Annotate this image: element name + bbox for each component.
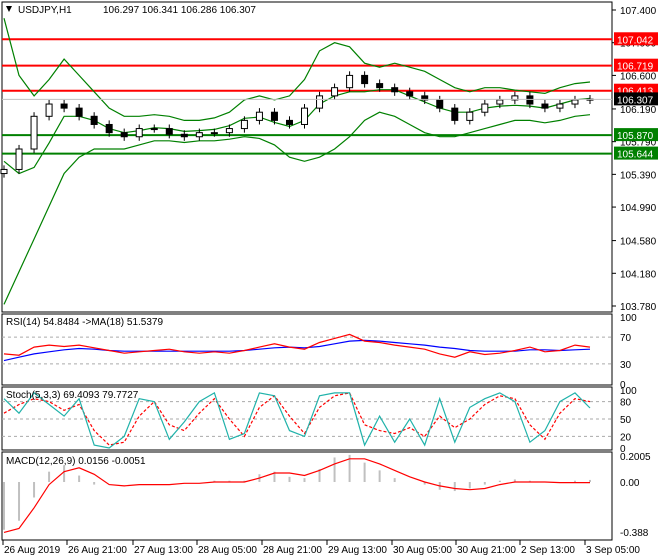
- time-label: 30 Aug 05:00: [393, 545, 452, 556]
- candle: [436, 99, 444, 109]
- price-tick-label: 107.400: [620, 6, 657, 17]
- macd-tick-label: -0.388: [620, 528, 649, 539]
- candle: [406, 91, 414, 97]
- time-label: 28 Aug 05:00: [198, 545, 257, 556]
- upper-bollinger-band: [3, 18, 591, 121]
- collapse-arrow-icon[interactable]: [6, 6, 12, 12]
- candle: [90, 115, 98, 125]
- candle: [135, 128, 143, 138]
- candle: [120, 132, 128, 138]
- chart-canvas[interactable]: 107.400107.000106.600106.190105.790105.3…: [0, 0, 660, 560]
- candle: [526, 95, 534, 105]
- symbol-label: USDJPY,H1: [18, 5, 72, 16]
- candle: [556, 103, 564, 109]
- rsi-tick-label: 70: [620, 333, 632, 344]
- candle: [481, 103, 489, 113]
- candle: [391, 87, 399, 93]
- time-label: 3 Sep 05:00: [586, 545, 640, 556]
- candle: [301, 107, 309, 125]
- level-label: 105.870: [617, 131, 654, 142]
- macd-title: MACD(12,26,9) 0.0156 -0.0051: [6, 456, 146, 467]
- rsi-tick-label: 100: [620, 313, 637, 324]
- rsi-tick-label: 30: [620, 360, 632, 371]
- stoch-title: Stoch(5,3,3) 69.4093 79.7727: [6, 390, 139, 401]
- candle: [165, 128, 173, 135]
- price-tick-label: 106.190: [620, 105, 657, 116]
- candle: [30, 115, 38, 150]
- candle: [75, 107, 83, 117]
- time-label: 30 Aug 21:00: [457, 545, 516, 556]
- time-label: 27 Aug 13:00: [134, 545, 193, 556]
- candle: [255, 111, 263, 121]
- price-tick-label: 104.580: [620, 237, 657, 248]
- time-label: 2 Sep 13:00: [521, 545, 575, 556]
- macd-tick-label: 0.2005: [620, 452, 651, 463]
- rsi-line: [3, 333, 591, 358]
- candle: [195, 132, 203, 138]
- candle: [105, 123, 113, 134]
- price-tick-label: 104.180: [620, 269, 657, 280]
- candle: [180, 133, 188, 138]
- macd-signal-line: [3, 458, 590, 533]
- price-tick-label: 105.390: [620, 170, 657, 181]
- rsi-title: RSI(14) 54.8484 ->MA(18) 51.5379: [6, 317, 163, 328]
- stoch-tick-label: 80: [620, 398, 632, 409]
- time-label: 28 Aug 21:00: [263, 545, 322, 556]
- candle: [150, 128, 158, 131]
- candle: [60, 103, 68, 109]
- time-label: 26 Aug 21:00: [68, 545, 127, 556]
- price-tick-label: 106.600: [620, 71, 657, 82]
- candle: [210, 132, 218, 135]
- macd-tick-label: 0.00: [620, 478, 640, 489]
- candle: [270, 111, 278, 121]
- candle: [541, 103, 549, 109]
- candle: [571, 99, 579, 105]
- candle: [376, 83, 384, 89]
- candle: [466, 111, 474, 121]
- current-price-label: 106.307: [617, 95, 654, 106]
- candle: [240, 119, 248, 130]
- price-tick-label: 104.990: [620, 203, 657, 214]
- stoch-tick-label: 20: [620, 432, 632, 443]
- candle: [361, 74, 369, 85]
- candle: [285, 119, 293, 125]
- stoch-tick-label: 50: [620, 415, 632, 426]
- candle: [0, 168, 8, 175]
- level-label: 107.042: [617, 35, 654, 46]
- time-label: 29 Aug 13:00: [328, 545, 387, 556]
- level-label: 106.719: [617, 62, 654, 73]
- rsi-ma-line: [3, 339, 591, 362]
- candle: [346, 74, 354, 89]
- price-tick-label: 103.780: [620, 302, 657, 313]
- price-panel: [1, 1, 613, 313]
- candle: [496, 99, 504, 105]
- candle: [316, 95, 324, 109]
- candle: [225, 128, 233, 134]
- candle: [15, 148, 23, 170]
- ohlc-label: 106.297 106.341 106.286 106.307: [103, 5, 256, 16]
- lower-bollinger-band: [3, 111, 591, 305]
- time-label: 26 Aug 2019: [4, 545, 61, 556]
- trading-chart[interactable]: 107.400107.000106.600106.190105.790105.3…: [0, 0, 660, 560]
- candle: [331, 87, 339, 97]
- level-label: 105.644: [617, 150, 654, 161]
- candle: [451, 107, 459, 121]
- candle: [45, 103, 53, 117]
- stoch-tick-label: 100: [620, 386, 637, 397]
